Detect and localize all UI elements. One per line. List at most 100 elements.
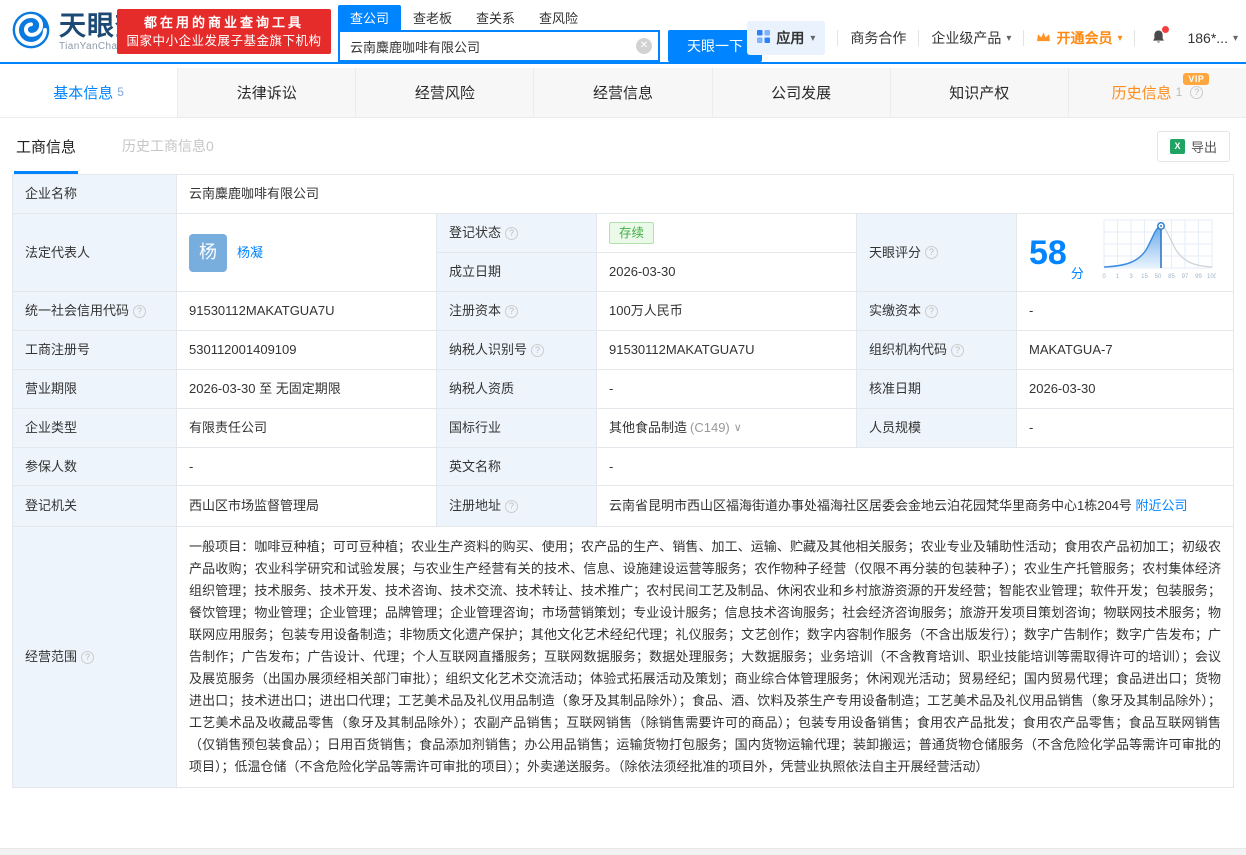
biz-term-label: 营业期限 — [13, 370, 177, 409]
clear-icon[interactable]: ✕ — [636, 38, 652, 54]
tab-history[interactable]: VIP 历史信息 1 ? — [1069, 68, 1246, 117]
tab-count: 5 — [117, 85, 124, 99]
svg-text:97: 97 — [1182, 274, 1189, 280]
taxpayer-id-label: 纳税人识别号 ? — [437, 331, 597, 370]
tab-basic-info[interactable]: 基本信息 5 — [0, 68, 178, 117]
search-tabs: 查公司 查老板 查关系 查风险 — [338, 5, 762, 30]
label-text: 实缴资本 — [869, 301, 921, 321]
taxpayer-quality-label: 纳税人资质 — [437, 370, 597, 409]
avatar[interactable]: 杨 — [189, 234, 227, 272]
tab-label: 公司发展 — [771, 82, 831, 103]
score-cell: 58 分 0 1 — [1017, 214, 1234, 292]
legal-rep-label: 法定代表人 — [13, 214, 177, 292]
svg-text:85: 85 — [1168, 274, 1175, 280]
divider — [918, 30, 919, 46]
help-icon[interactable]: ? — [925, 246, 938, 259]
nav-vip-upgrade[interactable]: 开通会员 ▾ — [1036, 28, 1122, 48]
tab-intellectual-property[interactable]: 知识产权 — [891, 68, 1069, 117]
vip-badge: VIP — [1183, 73, 1209, 85]
tab-label: 经营信息 — [593, 82, 653, 103]
slogan-line2: 国家中小企业发展子基金旗下机构 — [117, 32, 331, 50]
nearby-companies-link[interactable]: 附近公司 — [1136, 498, 1188, 513]
excel-icon: X — [1170, 139, 1185, 154]
search-tab-boss[interactable]: 查老板 — [401, 5, 464, 30]
help-icon[interactable]: ? — [925, 305, 938, 318]
expand-chevron-icon[interactable]: ∨ — [734, 420, 742, 437]
tab-label: 法律诉讼 — [237, 82, 297, 103]
legal-rep-cell: 杨 杨凝 — [177, 214, 437, 292]
org-code-label: 组织机构代码 ? — [857, 331, 1017, 370]
search-tab-risk[interactable]: 查风险 — [527, 5, 590, 30]
tab-company-development[interactable]: 公司发展 — [713, 68, 891, 117]
help-icon[interactable]: ? — [505, 305, 518, 318]
divider — [1178, 30, 1179, 46]
search-tab-company[interactable]: 查公司 — [338, 5, 401, 30]
label-text: 天眼评分 — [869, 243, 921, 263]
help-icon[interactable]: ? — [133, 305, 146, 318]
export-label: 导出 — [1191, 137, 1217, 156]
credit-code-label: 统一社会信用代码 ? — [13, 292, 177, 331]
legal-rep-link[interactable]: 杨凝 — [237, 243, 263, 263]
search-block: 查公司 查老板 查关系 查风险 ✕ 天眼一下 — [338, 5, 762, 62]
tab-operating-risk[interactable]: 经营风险 — [356, 68, 534, 117]
bottom-divider — [0, 848, 1246, 855]
label-text: 组织机构代码 — [869, 340, 947, 360]
export-button[interactable]: X 导出 — [1157, 131, 1230, 162]
svg-text:15: 15 — [1141, 274, 1148, 280]
subtab-history-business-info[interactable]: 历史工商信息0 — [122, 136, 214, 156]
nav-cooperation[interactable]: 商务合作 — [850, 28, 906, 48]
business-info-table: 企业名称 云南麋鹿咖啡有限公司 法定代表人 杨 杨凝 登记状态 ? 存续 天眼评… — [12, 174, 1234, 788]
reg-number-value: 530112001409109 — [177, 331, 437, 370]
chevron-down-icon: ▾ — [1117, 33, 1122, 44]
help-icon[interactable]: ? — [505, 227, 518, 240]
chevron-down-icon: ▾ — [1006, 33, 1011, 44]
credit-code-value: 91530112MAKATGUA7U — [177, 292, 437, 331]
apps-menu[interactable]: 应用 ▾ — [747, 21, 825, 55]
crown-icon — [1036, 30, 1051, 46]
help-icon[interactable]: ? — [1190, 86, 1203, 99]
english-name-value: - — [597, 448, 1234, 486]
apps-grid-icon — [757, 30, 770, 46]
english-name-label: 英文名称 — [437, 448, 597, 486]
apps-label: 应用 — [776, 28, 804, 48]
taxpayer-id-value: 91530112MAKATGUA7U — [597, 331, 857, 370]
company-type-label: 企业类型 — [13, 409, 177, 448]
notification-bell-icon[interactable] — [1151, 29, 1166, 48]
search-input[interactable] — [338, 30, 660, 62]
industry-code: (C149) — [690, 418, 730, 438]
top-header: 天眼查 TianYanCha.com 都在用的商业查询工具 国家中小企业发展子基… — [0, 0, 1246, 62]
registry-label: 登记机关 — [13, 486, 177, 527]
established-label: 成立日期 — [437, 253, 597, 292]
help-icon[interactable]: ? — [531, 344, 544, 357]
reg-status-label: 登记状态 ? — [437, 214, 597, 253]
account-label: 186*... — [1187, 30, 1227, 46]
score-value: 58 — [1029, 236, 1067, 270]
industry-cell: 其他食品制造 (C149) ∨ — [597, 409, 857, 448]
biz-term-value: 2026-03-30 至 无固定期限 — [177, 370, 437, 409]
taxpayer-quality-value: - — [597, 370, 857, 409]
account-menu[interactable]: 186*... ▾ — [1187, 30, 1238, 46]
tab-legal[interactable]: 法律诉讼 — [178, 68, 356, 117]
approval-date-label: 核准日期 — [857, 370, 1017, 409]
notification-dot — [1162, 26, 1169, 33]
label-text: 注册资本 — [449, 301, 501, 321]
industry-label: 国标行业 — [437, 409, 597, 448]
tab-operating-info[interactable]: 经营信息 — [534, 68, 712, 117]
help-icon[interactable]: ? — [81, 651, 94, 664]
tab-label: 历史信息 — [1112, 82, 1172, 103]
help-icon[interactable]: ? — [505, 500, 518, 513]
label-text: 纳税人识别号 — [449, 340, 527, 360]
search-tab-relation[interactable]: 查关系 — [464, 5, 527, 30]
enterprise-label: 企业级产品 — [931, 28, 1001, 48]
score-unit: 分 — [1071, 264, 1084, 284]
reg-capital-label: 注册资本 ? — [437, 292, 597, 331]
reg-capital-value: 100万人民币 — [597, 292, 857, 331]
subtab-business-info[interactable]: 工商信息 — [14, 119, 78, 174]
staff-size-label: 人员规模 — [857, 409, 1017, 448]
nav-enterprise[interactable]: 企业级产品 ▾ — [931, 28, 1011, 48]
svg-text:99: 99 — [1195, 274, 1202, 280]
label-text: 登记状态 — [449, 223, 501, 243]
tab-label: 知识产权 — [949, 82, 1009, 103]
help-icon[interactable]: ? — [951, 344, 964, 357]
label-text: 统一社会信用代码 — [25, 301, 129, 321]
